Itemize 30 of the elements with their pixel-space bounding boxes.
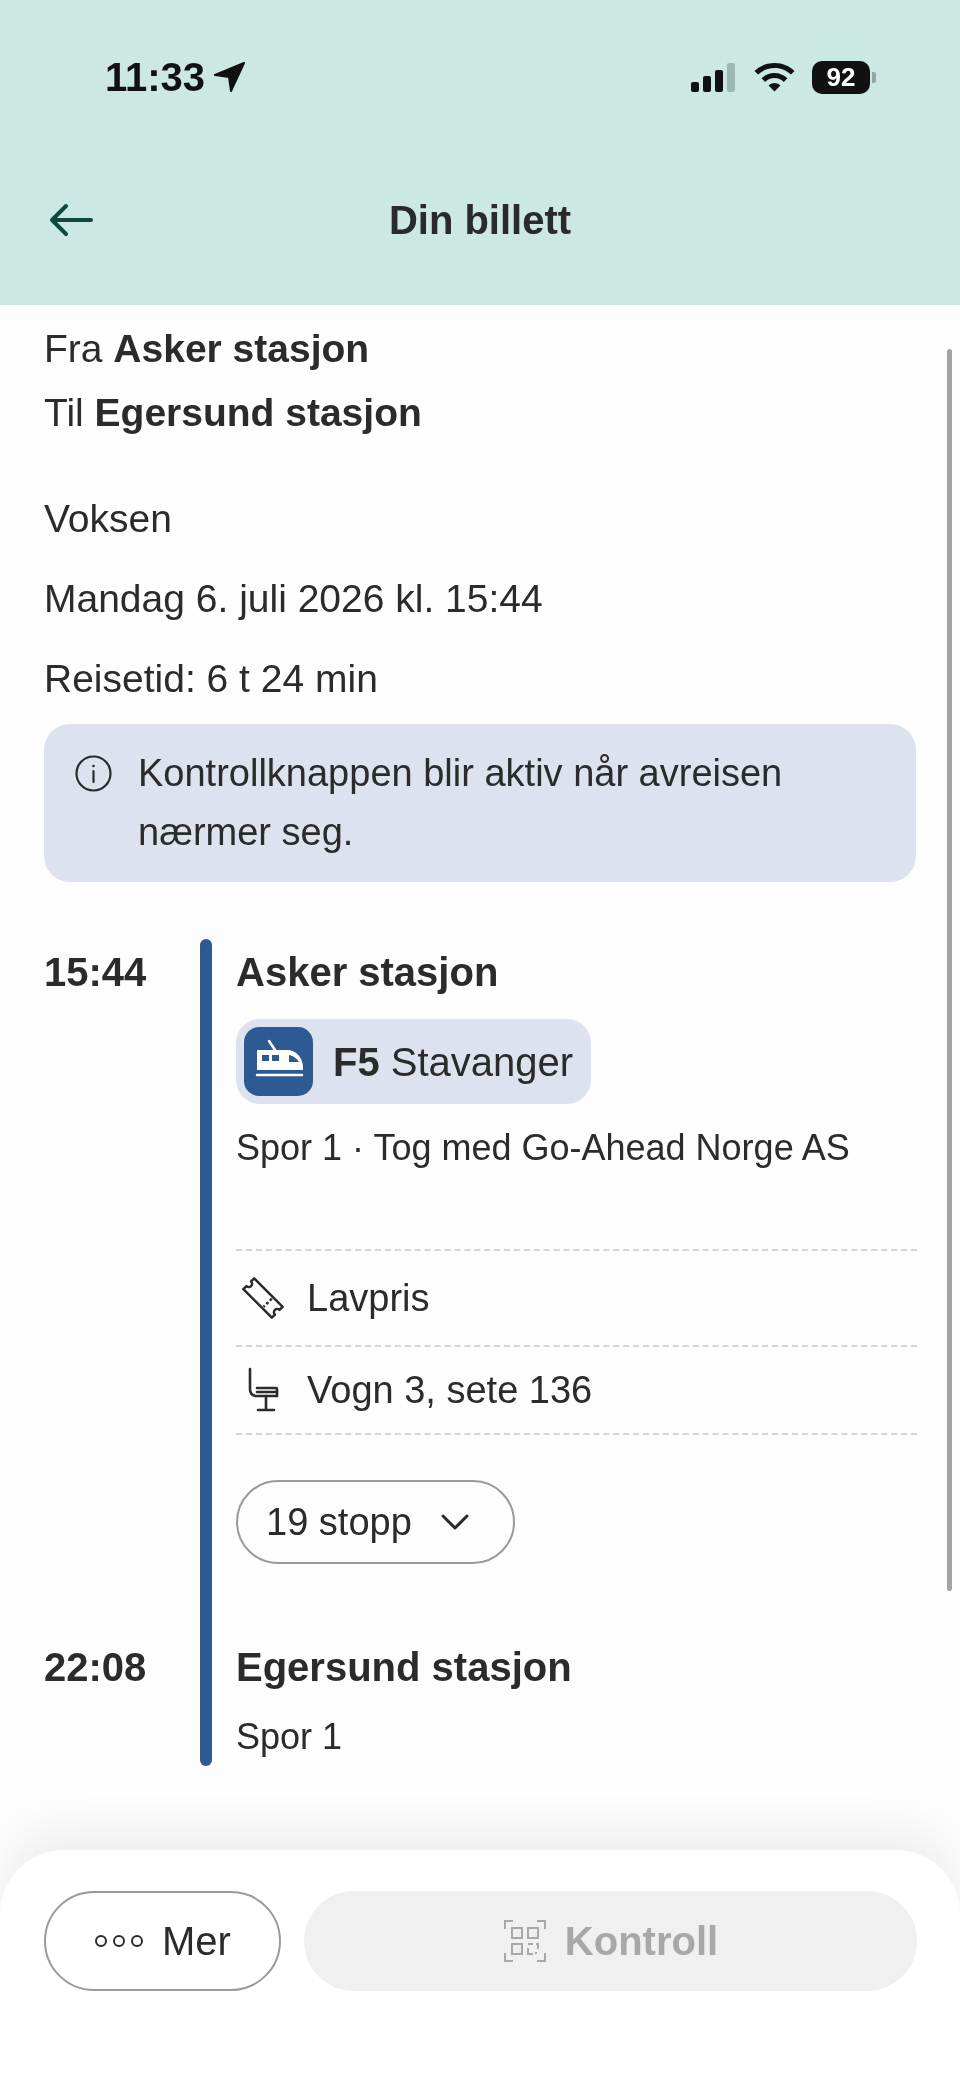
more-button[interactable]: Mer bbox=[44, 1891, 281, 1991]
arrow-left-icon bbox=[48, 203, 94, 237]
departure-time: 15:44 bbox=[44, 949, 147, 996]
ticket-detail-text: Mandag 6. juli 2026 kl. 15:44 bbox=[44, 576, 543, 622]
arrival-track-text: Spor 1 bbox=[236, 1715, 343, 1759]
stops-toggle-button[interactable]: 19 stopp bbox=[236, 1480, 515, 1564]
arrival-station: Egersund stasjon bbox=[236, 1644, 572, 1691]
track-operator-text: Spor 1 · Tog med Go-Ahead Norge AS bbox=[236, 1126, 850, 1170]
location-arrow-icon bbox=[214, 62, 246, 92]
battery-indicator: 92 bbox=[812, 60, 876, 94]
ticket-icon bbox=[240, 1275, 286, 1321]
signal-strength-icon bbox=[691, 62, 737, 92]
wifi-icon bbox=[754, 62, 795, 92]
route-stop-text: Til Egersund stasjon bbox=[44, 390, 422, 436]
route-stop-text: Fra Asker stasjon bbox=[44, 326, 370, 372]
qr-code-icon bbox=[502, 1919, 547, 1963]
train-icon bbox=[244, 1027, 313, 1096]
arrival-time: 22:08 bbox=[44, 1644, 147, 1691]
train-line-label: F5 Stavanger bbox=[333, 1038, 574, 1086]
seat-icon bbox=[246, 1367, 280, 1413]
ticket-detail-text: Reisetid: 6 t 24 min bbox=[44, 656, 378, 702]
ticket-detail-text: Voksen bbox=[44, 496, 172, 542]
more-dots-icon bbox=[94, 1934, 145, 1948]
info-icon bbox=[75, 755, 112, 792]
ticket-row-text: Vogn 3, sete 136 bbox=[307, 1368, 593, 1413]
page-title: Din billett bbox=[388, 197, 572, 244]
info-notice-text: Kontrollknappen blir aktiv når avreisen nærmer seg. bbox=[138, 751, 784, 855]
departure-station: Asker stasjon bbox=[236, 949, 499, 996]
ticket-row-text: Lavpris bbox=[307, 1276, 430, 1321]
status-time: 11:33 bbox=[105, 57, 206, 97]
